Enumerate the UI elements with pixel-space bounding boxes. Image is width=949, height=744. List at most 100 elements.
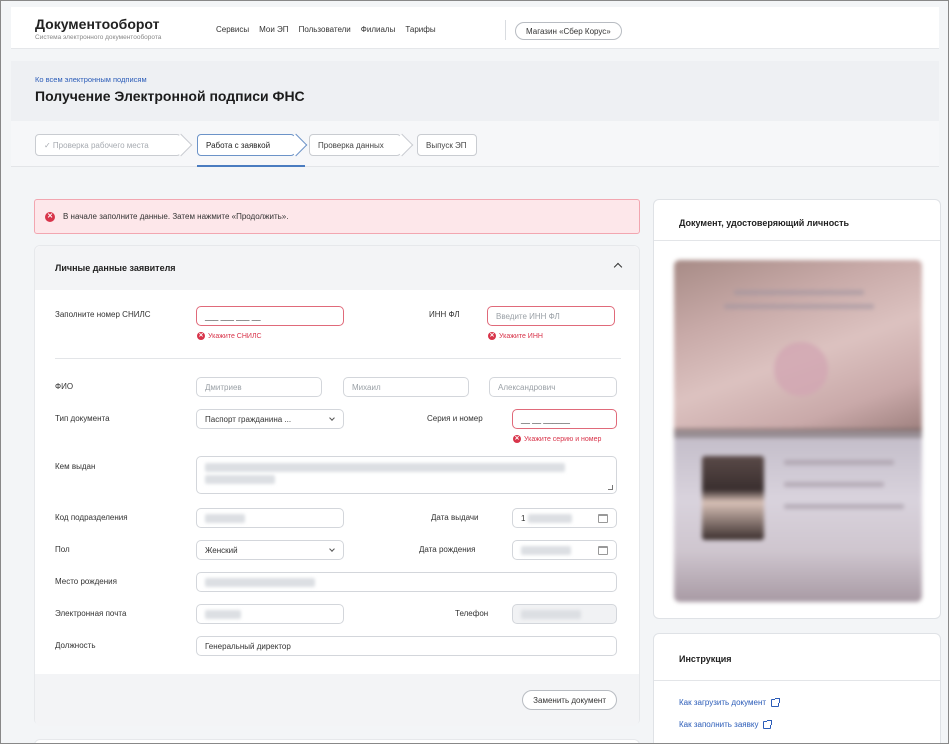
step-workplace-check[interactable]: ✓ Проверка рабочего места: [35, 134, 181, 156]
calendar-icon[interactable]: [598, 546, 608, 555]
position-input[interactable]: Генеральный директор: [196, 636, 617, 656]
error-alert: ✕ В начале заполните данные. Затем нажми…: [34, 199, 640, 234]
card-header[interactable]: Личные данные заявителя: [35, 246, 639, 290]
first-name-value: Михаил: [352, 382, 381, 392]
passport-image[interactable]: [674, 260, 922, 602]
error-icon: ✕: [45, 211, 55, 222]
applicant-card: Личные данные заявителя Заполните номер …: [34, 245, 640, 726]
link-label: Как заполнить заявку: [679, 720, 759, 729]
snils-value: ___ ___ ___ __: [205, 311, 261, 321]
replace-document-button[interactable]: Заменить документ: [522, 690, 617, 710]
birth-date-label: Дата рождения: [419, 545, 476, 554]
redacted-text: [527, 513, 572, 523]
issue-date-input[interactable]: 1: [512, 508, 617, 528]
series-input[interactable]: __ __ ______: [512, 409, 617, 429]
issue-date-value: 1: [521, 513, 526, 523]
nav-tariffs[interactable]: Тарифы: [405, 25, 435, 34]
fio-label: ФИО: [55, 382, 74, 391]
step-issue[interactable]: Выпуск ЭП: [417, 134, 477, 156]
instructions-title: Инструкция: [679, 654, 732, 664]
nav-divider: [505, 20, 506, 40]
chevron-up-icon[interactable]: [613, 262, 623, 272]
redacted-text: [521, 609, 581, 619]
snils-label: Заполните номер СНИЛС: [55, 310, 151, 319]
snils-error: ✕ Укажите СНИЛС: [197, 332, 262, 340]
brand-title[interactable]: Документооборот: [35, 16, 160, 32]
doc-type-label: Тип документа: [55, 414, 110, 423]
link-label: Как загрузить документ: [679, 698, 767, 707]
inn-label: ИНН ФЛ: [429, 310, 460, 319]
email-input[interactable]: [196, 604, 344, 624]
middle-name-value: Александрович: [498, 382, 556, 392]
next-section-card: [34, 739, 640, 743]
snils-error-text: Укажите СНИЛС: [208, 332, 262, 340]
redacted-text: [205, 463, 565, 472]
email-label: Электронная почта: [55, 609, 127, 618]
nav-users[interactable]: Пользователи: [299, 25, 351, 34]
error-icon: ✕: [197, 332, 205, 340]
document-panel-title: Документ, удостоверяющий личность: [679, 218, 850, 228]
gender-value: Женский: [205, 545, 238, 555]
passport-text-line: [784, 482, 884, 487]
store-button[interactable]: Магазин «Сбер Корус»: [515, 22, 622, 40]
birth-place-label: Место рождения: [55, 577, 117, 586]
link-how-to-fill[interactable]: Как заполнить заявку: [679, 719, 773, 729]
series-error-text: Укажите серию и номер: [524, 435, 602, 443]
instructions-panel: Инструкция Как загрузить документ Как за…: [653, 633, 941, 743]
step-application[interactable]: Работа с заявкой: [197, 134, 295, 156]
calendar-icon[interactable]: [598, 514, 608, 523]
panel-divider: [654, 680, 940, 681]
error-icon: ✕: [513, 435, 521, 443]
link-how-to-upload[interactable]: Как загрузить документ: [679, 697, 781, 707]
inn-error-text: Укажите ИНН: [499, 332, 543, 340]
doc-type-value: Паспорт гражданина ...: [205, 414, 292, 424]
doc-type-select[interactable]: Паспорт гражданина ...: [196, 409, 344, 429]
section-divider: [55, 358, 621, 359]
step-data-check[interactable]: Проверка данных: [309, 134, 401, 156]
redacted-text: [521, 545, 571, 555]
issue-date-label: Дата выдачи: [431, 513, 479, 522]
page-title: Получение Электронной подписи ФНС: [35, 88, 305, 104]
document-panel: Документ, удостоверяющий личность: [653, 199, 941, 619]
brand-subtitle: Система электронного документооборота: [35, 34, 162, 41]
gender-select[interactable]: Женский: [196, 540, 344, 560]
inn-placeholder: Введите ИНН ФЛ: [496, 311, 560, 321]
series-label: Серия и номер: [427, 414, 483, 423]
top-nav: Сервисы Мои ЭП Пользователи Филиалы Тари…: [216, 25, 436, 34]
active-step-indicator: [197, 165, 305, 167]
resize-handle[interactable]: [608, 485, 613, 490]
dept-code-input[interactable]: [196, 508, 344, 528]
page-header: Ко всем электронным подписям Получение Э…: [11, 61, 939, 121]
snils-input[interactable]: ___ ___ ___ __: [196, 306, 344, 326]
nav-services[interactable]: Сервисы: [216, 25, 249, 34]
gender-label: Пол: [55, 545, 70, 554]
first-name-input[interactable]: Михаил: [343, 377, 469, 397]
passport-seam: [674, 427, 922, 438]
card-title: Личные данные заявителя: [55, 263, 176, 273]
series-value: __ __ ______: [521, 414, 570, 424]
nav-my-signatures[interactable]: Мои ЭП: [259, 25, 288, 34]
nav-branches[interactable]: Филиалы: [361, 25, 396, 34]
phone-input[interactable]: [512, 604, 617, 624]
passport-photo: [702, 456, 764, 540]
inn-input[interactable]: Введите ИНН ФЛ: [487, 306, 615, 326]
issued-by-label: Кем выдан: [55, 462, 96, 471]
dept-code-label: Код подразделения: [55, 513, 128, 522]
breadcrumb[interactable]: Ко всем электронным подписям: [35, 75, 147, 84]
last-name-input[interactable]: Дмитриев: [196, 377, 322, 397]
passport-text-line: [734, 290, 864, 295]
card-footer: Заменить документ: [35, 674, 639, 726]
external-link-icon: [771, 697, 781, 707]
series-error: ✕ Укажите серию и номер: [513, 435, 601, 443]
redacted-text: [205, 513, 245, 523]
passport-seal: [774, 342, 828, 396]
error-icon: ✕: [488, 332, 496, 340]
chevron-down-icon: [329, 546, 335, 552]
app-window: Документооборот Система электронного док…: [0, 0, 949, 744]
birth-date-input[interactable]: [512, 540, 617, 560]
middle-name-input[interactable]: Александрович: [489, 377, 617, 397]
issued-by-textarea[interactable]: [196, 456, 617, 494]
panel-divider: [654, 240, 940, 241]
birth-place-input[interactable]: [196, 572, 617, 592]
external-link-icon: [763, 719, 773, 729]
